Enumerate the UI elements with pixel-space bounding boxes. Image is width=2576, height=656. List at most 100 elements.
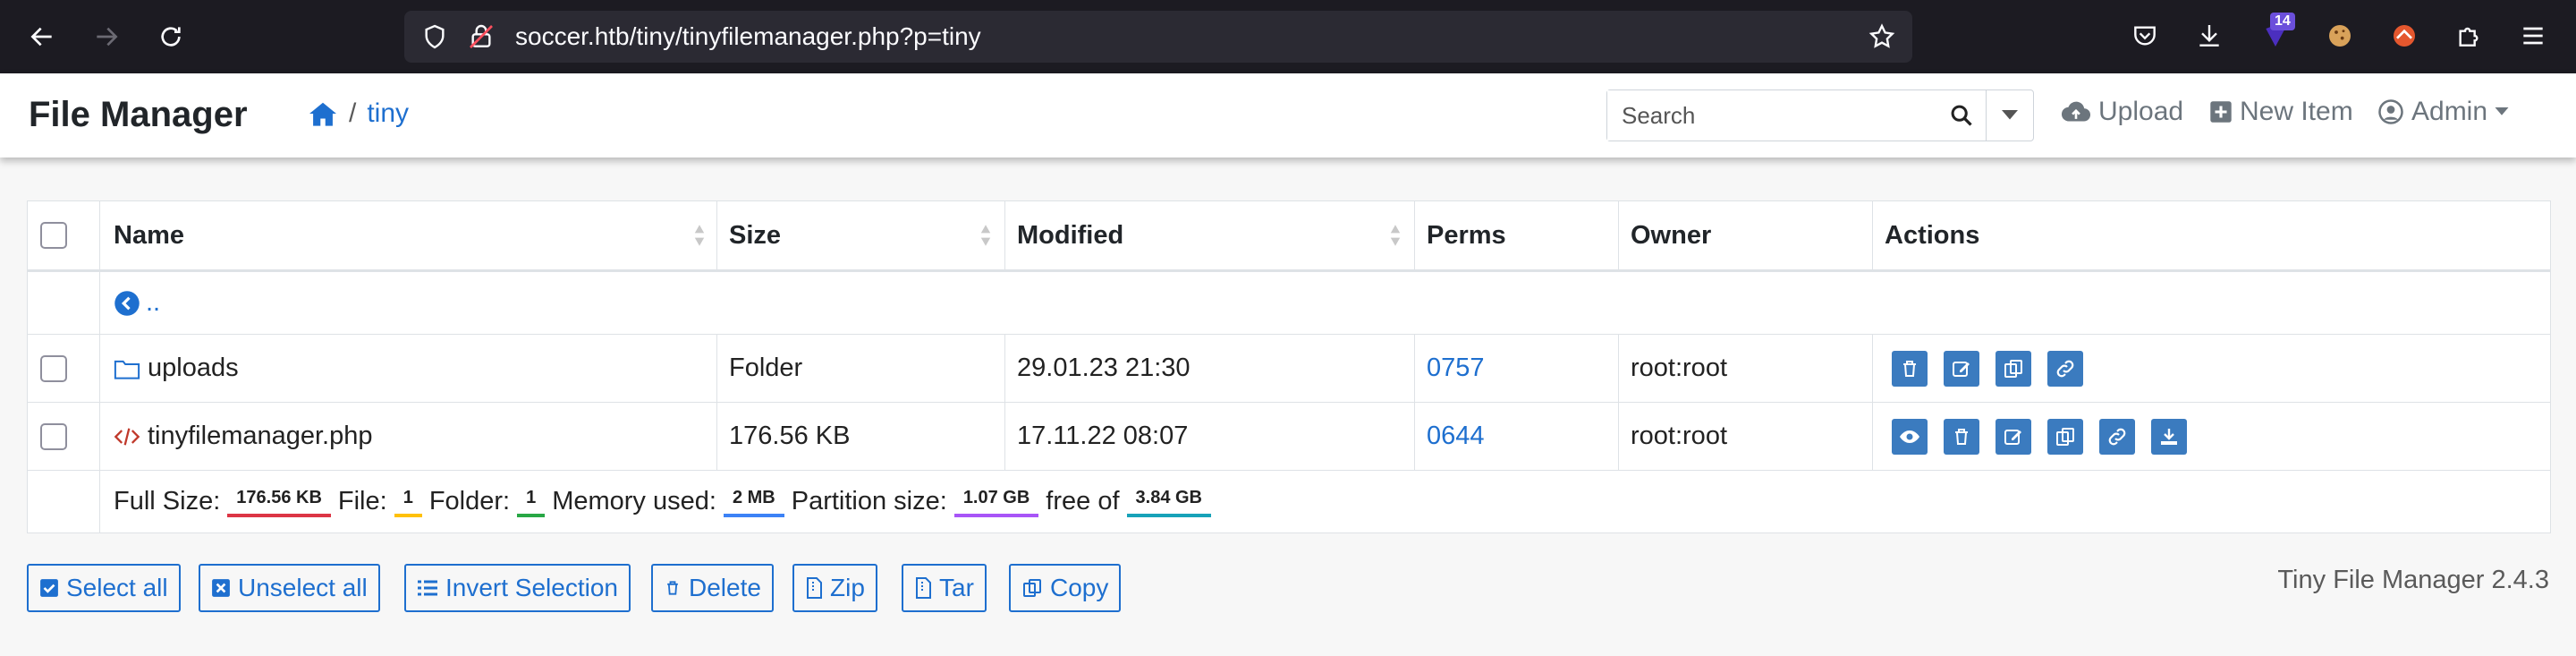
- sort-icon[interactable]: [979, 224, 992, 247]
- cloud-upload-icon: [2061, 101, 2091, 122]
- table-row: tinyfilemanager.php 176.56 KB 17.11.22 0…: [28, 403, 2550, 471]
- invert-selection-label: Invert Selection: [445, 574, 618, 601]
- pocket-icon[interactable]: [2129, 20, 2161, 52]
- eye-icon: [1900, 430, 1919, 443]
- new-item-label: New Item: [2240, 97, 2353, 126]
- zip-button[interactable]: Zip: [792, 564, 877, 612]
- brand-title[interactable]: File Manager: [29, 95, 248, 135]
- copy-selected-button[interactable]: Copy: [1009, 564, 1122, 612]
- shield-icon[interactable]: [420, 22, 449, 51]
- file-archive-icon: [916, 577, 931, 599]
- select-all-button[interactable]: Select all: [27, 564, 181, 612]
- reload-icon: [161, 27, 181, 47]
- invert-selection-button[interactable]: Invert Selection: [404, 564, 631, 612]
- star-icon[interactable]: [1868, 22, 1896, 51]
- rename-action-button[interactable]: [1944, 350, 1979, 387]
- back-button[interactable]: [23, 18, 61, 55]
- sort-icon[interactable]: [1389, 224, 1402, 247]
- delete-selected-button[interactable]: Delete: [651, 564, 774, 612]
- reload-button[interactable]: [152, 18, 190, 55]
- extensions-puzzle-icon[interactable]: [2453, 20, 2485, 52]
- search-icon: [1951, 105, 1972, 126]
- file-name-link[interactable]: tinyfilemanager.php: [114, 403, 373, 470]
- edit-icon: [1953, 361, 1970, 377]
- download-action-button[interactable]: [2151, 418, 2187, 455]
- parent-directory-link[interactable]: ..: [114, 272, 160, 334]
- direct-link-action-button[interactable]: [2047, 350, 2083, 387]
- column-header-name[interactable]: Name: [114, 201, 184, 269]
- admin-dropdown[interactable]: Admin: [2377, 97, 2509, 127]
- insecure-lock-icon[interactable]: [467, 22, 496, 51]
- caret-down-icon: [2495, 107, 2509, 115]
- copy-icon: [2056, 427, 2074, 446]
- copy-icon: [1023, 579, 1041, 597]
- folder-stats: Full Size: 176.56 KB File: 1 Folder: 1 M…: [114, 471, 1218, 532]
- column-header-actions: Actions: [1885, 220, 1980, 250]
- delete-action-button[interactable]: [1892, 350, 1928, 387]
- trash-icon: [1955, 428, 1968, 445]
- trash-icon: [1903, 360, 1916, 377]
- search-button[interactable]: [1937, 90, 1986, 141]
- zip-label: Zip: [830, 574, 865, 601]
- file-perms-link[interactable]: 0644: [1427, 403, 1485, 470]
- arrow-right-icon: [97, 27, 118, 47]
- plus-square-icon: [2210, 101, 2232, 123]
- tar-label: Tar: [939, 574, 974, 601]
- copy-action-button[interactable]: [1996, 350, 2031, 387]
- file-table: Name Size Modified Perms Owner Actions .…: [27, 200, 2551, 533]
- view-action-button[interactable]: [1892, 418, 1928, 455]
- folder-count-badge: 1: [517, 486, 546, 517]
- check-square-icon: [40, 579, 58, 597]
- caret-down-icon: [2002, 110, 2018, 120]
- trash-icon: [667, 581, 678, 595]
- breadcrumb-separator: /: [349, 98, 357, 128]
- hamburger-menu-icon[interactable]: [2517, 20, 2549, 52]
- foxy-proxy-icon[interactable]: [2388, 20, 2420, 52]
- file-name-link[interactable]: uploads: [114, 335, 239, 402]
- column-header-size[interactable]: Size: [729, 201, 781, 269]
- delete-action-button[interactable]: [1944, 418, 1979, 455]
- search-options-dropdown[interactable]: [1986, 90, 2033, 141]
- memory-badge: 2 MB: [723, 486, 784, 517]
- breadcrumb-current[interactable]: tiny: [367, 98, 409, 129]
- x-square-icon: [212, 579, 230, 597]
- rename-action-button[interactable]: [1996, 418, 2031, 455]
- row-checkbox[interactable]: [40, 354, 67, 382]
- file-perms-link[interactable]: 0757: [1427, 335, 1485, 402]
- file-name: tinyfilemanager.php: [148, 422, 373, 450]
- forward-button[interactable]: [88, 18, 125, 55]
- column-header-modified[interactable]: Modified: [1017, 201, 1123, 269]
- file-count-label: File:: [337, 487, 387, 515]
- copy-action-button[interactable]: [2047, 418, 2083, 455]
- link-icon: [2108, 428, 2126, 445]
- home-icon[interactable]: [308, 100, 338, 127]
- unselect-all-button[interactable]: Unselect all: [199, 564, 380, 612]
- folder-icon: [114, 360, 140, 379]
- row-checkbox[interactable]: [40, 422, 67, 450]
- table-row-parent: ..: [28, 272, 2550, 335]
- direct-link-action-button[interactable]: [2099, 418, 2135, 455]
- cookie-icon[interactable]: [2324, 20, 2356, 52]
- new-item-link[interactable]: New Item: [2209, 97, 2353, 127]
- free-of-label: free of: [1046, 487, 1120, 515]
- download-icon: [2161, 428, 2177, 445]
- downloads-icon[interactable]: [2193, 20, 2225, 52]
- memory-label: Memory used:: [552, 487, 716, 515]
- address-bar[interactable]: soccer.htb/tiny/tinyfilemanager.php?p=ti…: [404, 11, 1912, 63]
- table-header-row: Name Size Modified Perms Owner Actions: [28, 201, 2550, 272]
- url-text[interactable]: soccer.htb/tiny/tinyfilemanager.php?p=ti…: [515, 21, 981, 52]
- search-input[interactable]: [1607, 90, 1937, 141]
- upload-link[interactable]: Upload: [2061, 97, 2183, 127]
- file-size: 176.56 KB: [729, 422, 851, 450]
- tar-button[interactable]: Tar: [902, 564, 987, 612]
- sort-icon[interactable]: [693, 224, 706, 247]
- file-name: uploads: [148, 354, 239, 382]
- table-footer-row: Full Size: 176.56 KB File: 1 Folder: 1 M…: [28, 471, 2550, 532]
- parent-directory-label: ..: [146, 288, 161, 317]
- select-all-label: Select all: [66, 574, 168, 601]
- file-size: Folder: [729, 354, 803, 382]
- code-file-icon: [114, 427, 140, 446]
- table-row: uploads Folder 29.01.23 21:30 0757 root:…: [28, 335, 2550, 403]
- select-all-checkbox[interactable]: [40, 222, 67, 249]
- column-header-perms: Perms: [1427, 220, 1506, 250]
